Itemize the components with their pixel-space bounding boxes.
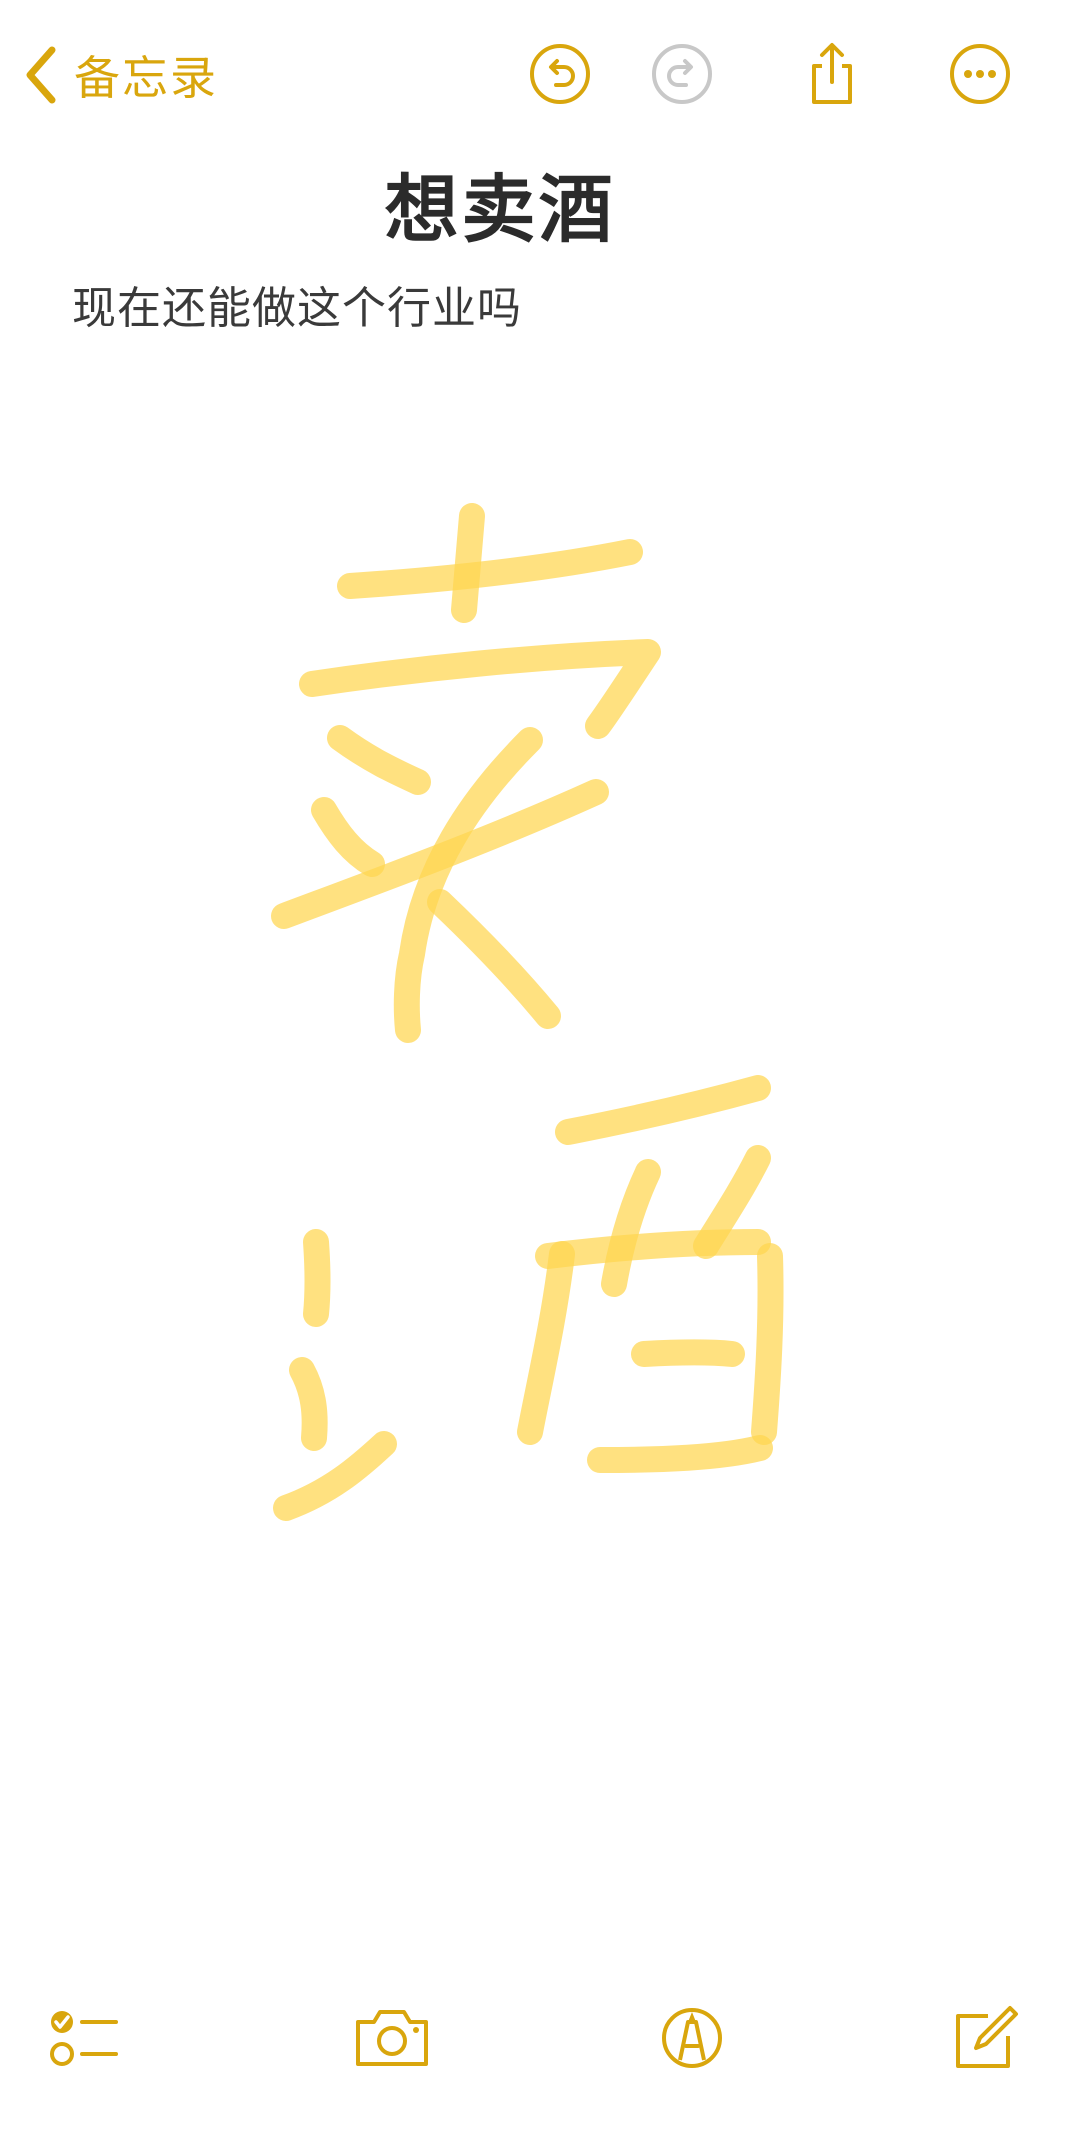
top-navigation-bar: 备忘录: [0, 0, 1080, 150]
checklist-button[interactable]: [42, 2002, 122, 2072]
markup-pen-icon: [652, 2002, 732, 2072]
camera-button[interactable]: [352, 2002, 432, 2072]
markup-button[interactable]: [652, 2002, 732, 2072]
note-title[interactable]: 想卖酒: [0, 150, 1000, 257]
undo-button[interactable]: [528, 42, 592, 106]
camera-icon: [352, 2002, 432, 2072]
more-button[interactable]: [948, 42, 1012, 106]
compose-icon: [948, 2002, 1028, 2072]
back-button-label: 备忘录: [74, 51, 218, 105]
note-body-text[interactable]: 现在还能做这个行业吗: [72, 272, 522, 336]
compose-button[interactable]: [948, 2002, 1028, 2072]
checklist-icon: [42, 2002, 122, 2072]
drawing-canvas[interactable]: [0, 420, 1080, 1600]
share-icon: [800, 42, 864, 106]
share-button[interactable]: [800, 42, 864, 106]
back-button[interactable]: 备忘录: [22, 44, 218, 106]
handwritten-drawing: [271, 503, 784, 1521]
ellipsis-circle-icon: [948, 42, 1012, 106]
redo-button[interactable]: [650, 42, 714, 106]
chevron-left-icon: [22, 46, 58, 104]
redo-icon: [650, 42, 714, 106]
undo-icon: [528, 42, 592, 106]
bottom-toolbar: [0, 1980, 1080, 2130]
